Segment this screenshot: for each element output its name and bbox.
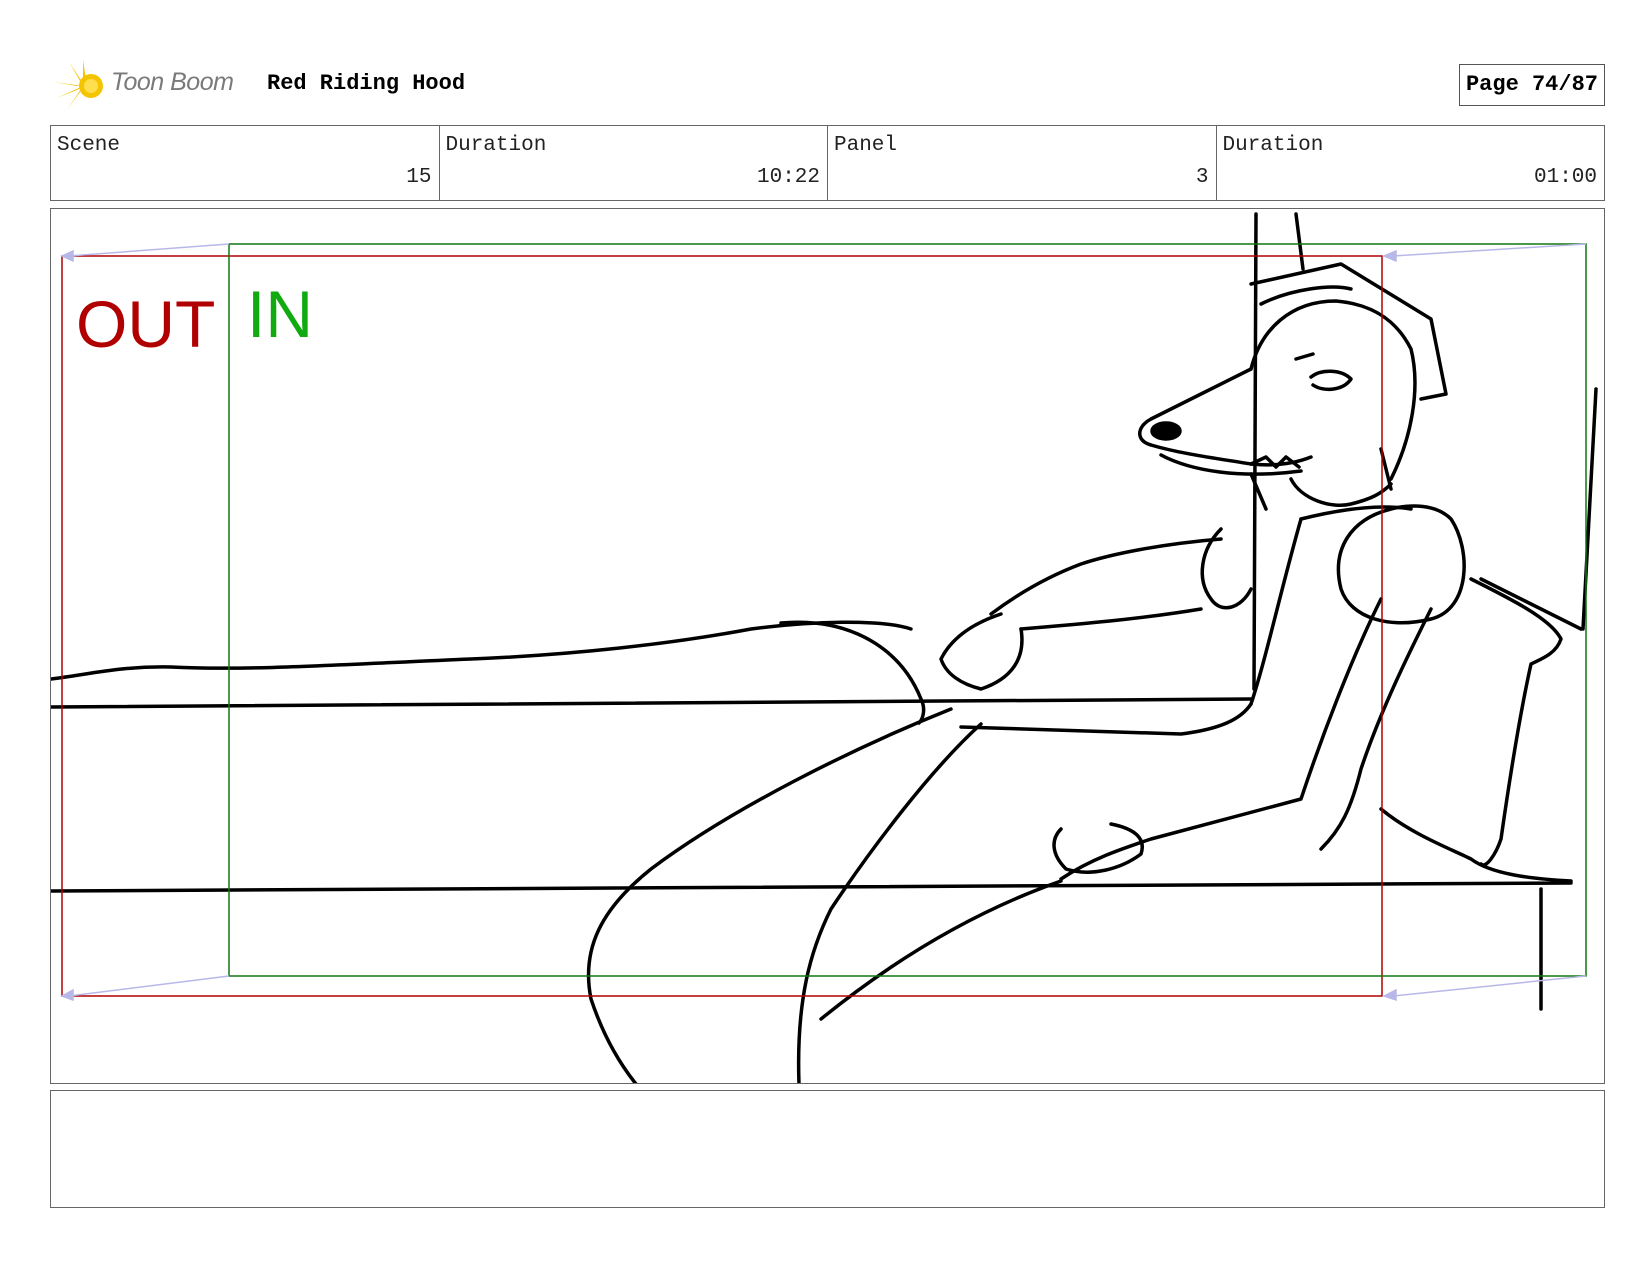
arm-lower-left — [1019, 607, 1203, 631]
sleeve-left — [1200, 527, 1253, 610]
camera-out-label: OUT — [76, 287, 216, 361]
brow — [1294, 352, 1315, 361]
scene-value: 15 — [406, 166, 432, 189]
torso-right — [1319, 607, 1433, 851]
scene-info-table: Scene 15 Duration 10:22 Panel 3 Duration… — [50, 125, 1605, 201]
panel-notes-box[interactable] — [50, 1090, 1605, 1208]
scene-duration-value: 10:22 — [756, 166, 820, 189]
arrow-bottom-left — [68, 975, 230, 997]
panel-duration-value: 01:00 — [1533, 166, 1597, 189]
snout — [1138, 367, 1313, 467]
page-indicator: Page 74/87 — [1458, 64, 1605, 106]
panel-value: 3 — [1195, 166, 1209, 189]
collar — [1289, 477, 1393, 507]
wall-line-right — [1581, 387, 1598, 631]
scene-duration-cell: Duration 10:22 — [440, 126, 828, 200]
pillow-top-edge — [1479, 577, 1583, 631]
scene-duration-label: Duration — [445, 134, 547, 157]
wall-line-1 — [1252, 212, 1258, 691]
storyboard-panel: OUT IN — [50, 208, 1605, 1084]
leg-front — [796, 722, 983, 1083]
storyboard-header: Toon Boom Red Riding Hood Page 74/87 — [50, 58, 1605, 110]
armrest-top — [1379, 807, 1573, 883]
project-title: Red Riding Hood — [267, 71, 466, 96]
starburst-icon — [53, 60, 103, 110]
torso-left — [1249, 517, 1303, 706]
hand-left — [939, 612, 1024, 691]
logo-text: Toon Boom — [111, 68, 234, 96]
arrow-top-left — [68, 243, 230, 257]
dress-hem — [819, 879, 1063, 1021]
panel-duration-cell: Duration 01:00 — [1217, 126, 1605, 200]
arrow-bottom-right — [1392, 975, 1587, 997]
arm-upper-left — [989, 537, 1223, 616]
wall-line-2 — [1294, 212, 1305, 271]
arrow-top-right — [1392, 243, 1587, 257]
panel-duration-label: Duration — [1222, 134, 1324, 157]
knee-curve — [779, 620, 926, 725]
eye — [1309, 369, 1353, 392]
nose — [1150, 421, 1182, 441]
panel-cell: Panel 3 — [828, 126, 1217, 200]
blanket-top — [51, 620, 913, 681]
camera-in-label: IN — [247, 277, 313, 351]
couch-line-lower — [51, 881, 1573, 893]
scene-cell: Scene 15 — [51, 126, 440, 200]
pillow — [1469, 577, 1563, 867]
panel-label: Panel — [834, 134, 898, 157]
leg-back — [586, 707, 953, 1083]
scene-label: Scene — [57, 134, 121, 157]
sleeve-right — [1336, 504, 1466, 625]
dress-lap — [959, 702, 1253, 736]
toon-boom-logo: Toon Boom — [53, 58, 248, 110]
couch-line-upper — [51, 697, 1253, 709]
